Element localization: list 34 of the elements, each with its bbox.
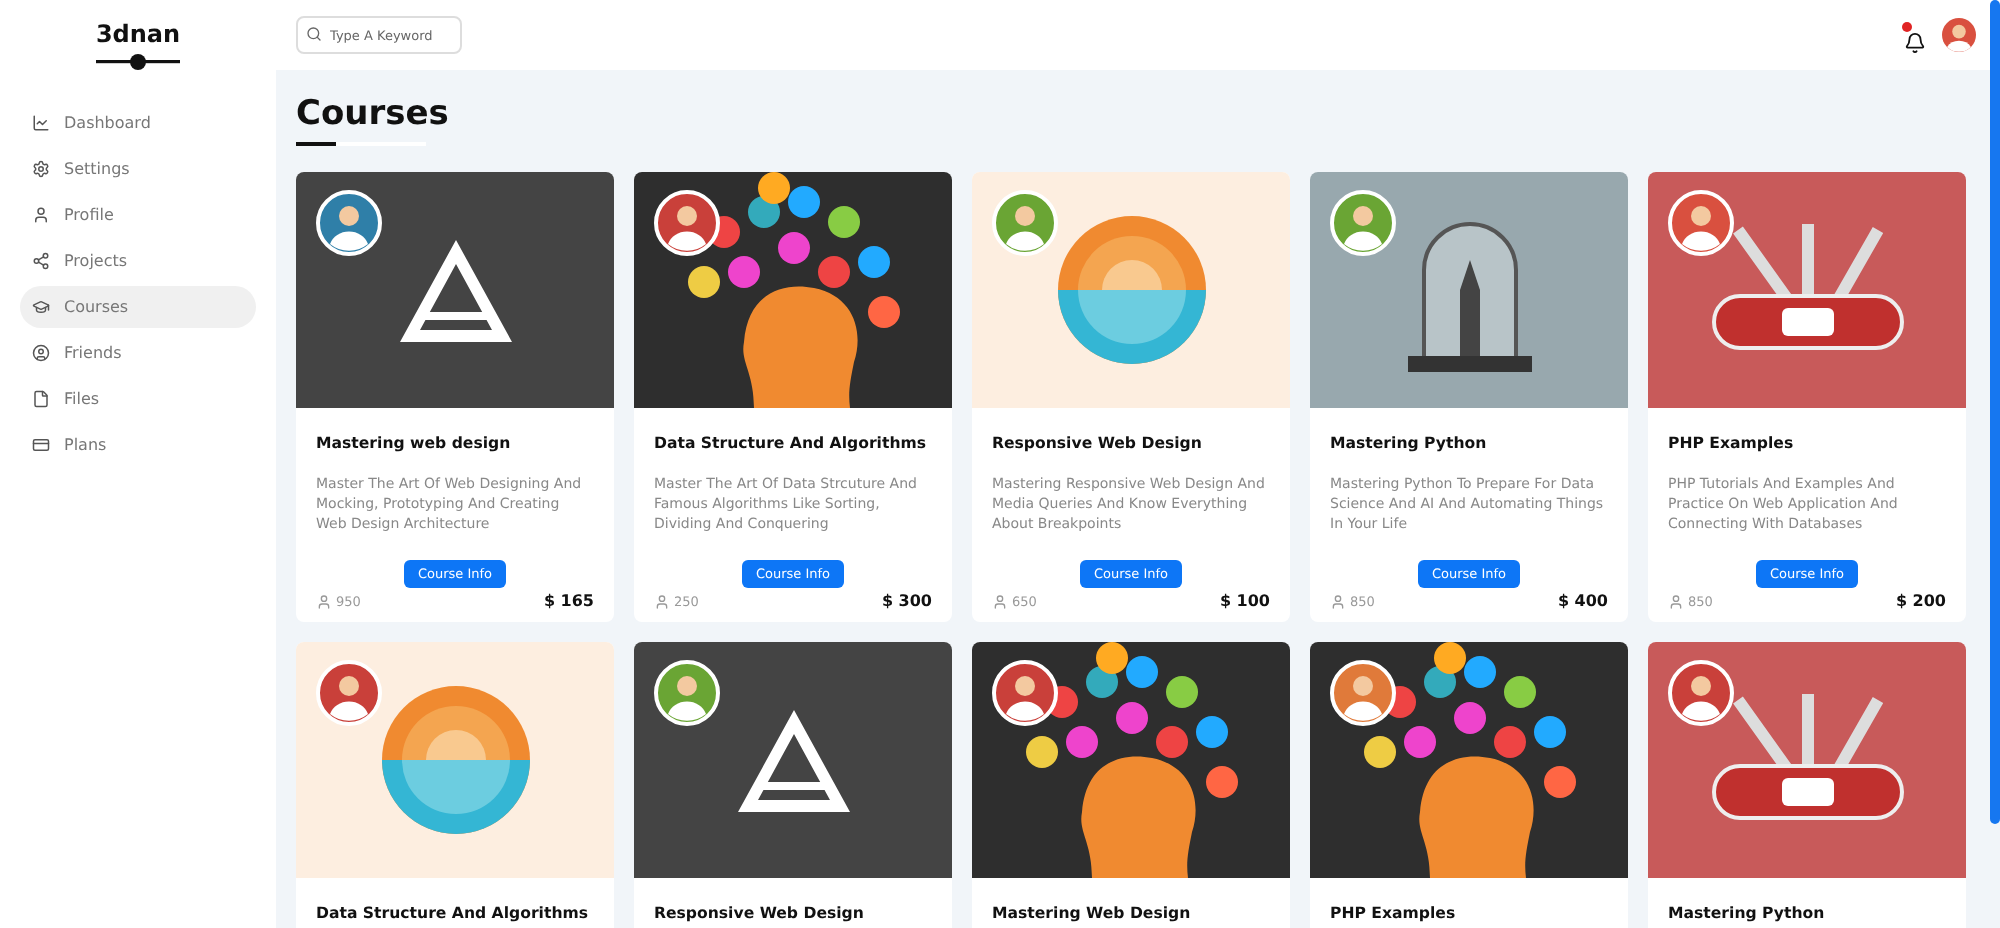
- user-icon: [32, 206, 50, 224]
- sidebar-item[interactable]: Profile: [20, 194, 256, 236]
- course-price: $ 100: [1219, 592, 1270, 610]
- user-icon: [1330, 593, 1346, 609]
- sidebar-item[interactable]: Friends: [20, 332, 256, 374]
- nodes-icon: [32, 252, 50, 270]
- sidebar-item[interactable]: Plans: [20, 424, 256, 466]
- page-title: Courses: [296, 94, 451, 134]
- card-icon: [32, 436, 50, 454]
- app-logo: 3dnan: [93, 20, 183, 48]
- course-price: $ 200: [1895, 592, 1946, 610]
- scrollbar-thumb[interactable]: [1990, 0, 2000, 824]
- notification-icon[interactable]: [1904, 32, 1926, 54]
- gear-icon: [32, 160, 50, 178]
- user-icon: [992, 593, 1008, 609]
- sidebar-item[interactable]: Files: [20, 378, 256, 420]
- sidebar-item[interactable]: Dashboard: [20, 102, 256, 144]
- sidebar-item[interactable]: Courses: [20, 286, 256, 328]
- sidebar-item[interactable]: Settings: [20, 148, 256, 190]
- file-icon: [32, 390, 50, 408]
- triangle-logo-drawing: [395, 235, 515, 345]
- chart-icon: [32, 114, 50, 132]
- user-avatar[interactable]: [1942, 18, 1976, 52]
- user-icon: [654, 593, 670, 609]
- user-icon: [316, 593, 332, 609]
- course-price: $ 400: [1557, 592, 1608, 610]
- cap-icon: [32, 298, 50, 316]
- course-price: $ 165: [543, 592, 594, 610]
- search-icon: [306, 26, 322, 42]
- user-icon: [1668, 593, 1684, 609]
- course-price: $ 300: [881, 592, 932, 610]
- triangle-logo-drawing: [733, 705, 853, 815]
- contact-icon: [32, 344, 50, 362]
- sidebar-item[interactable]: Projects: [20, 240, 256, 282]
